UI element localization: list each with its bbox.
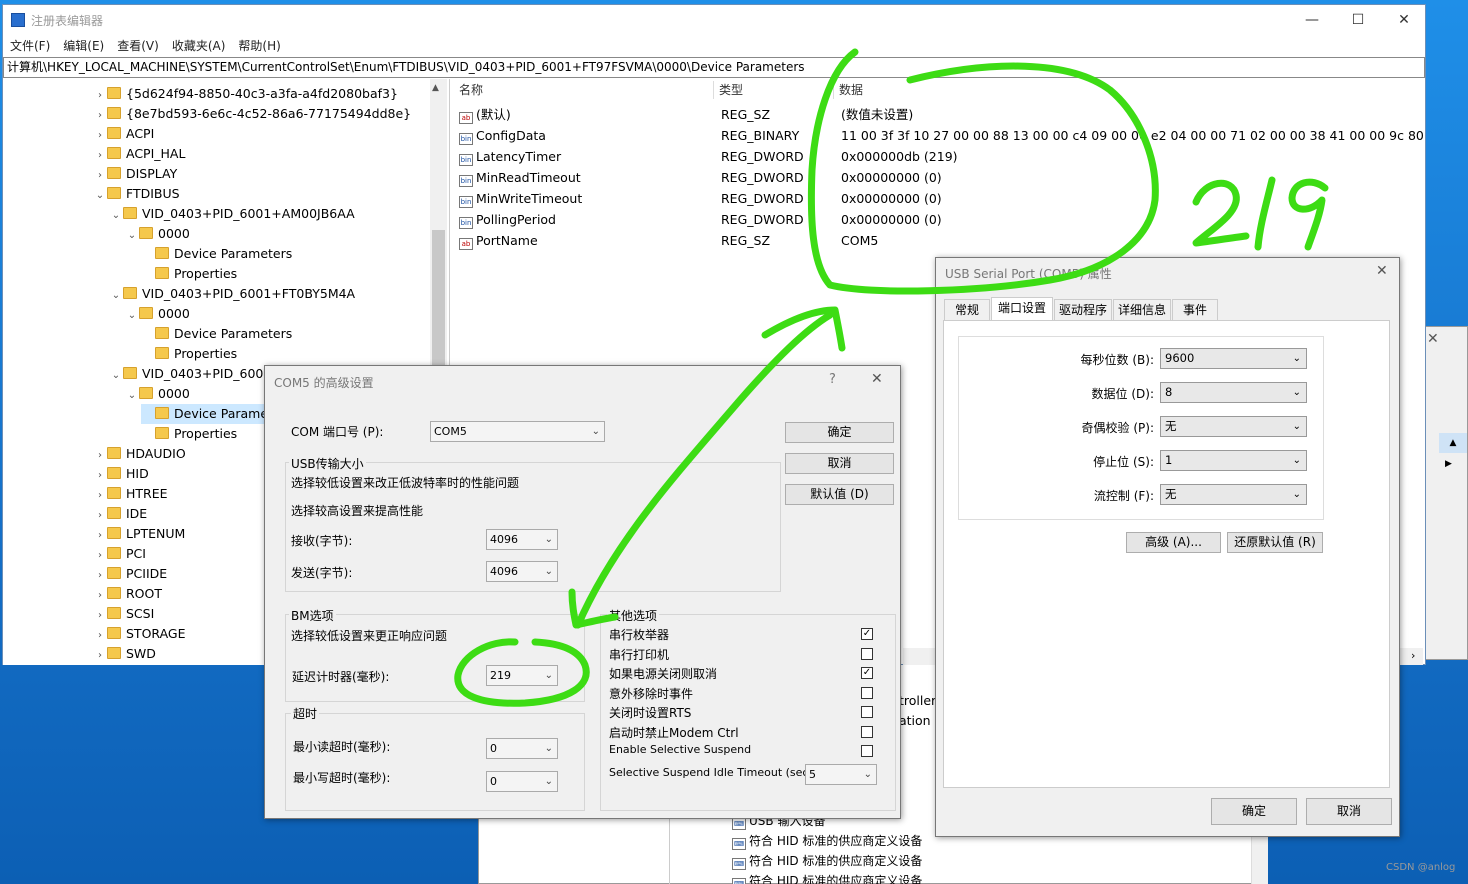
watermark: CSDN @anlog xyxy=(1386,862,1456,873)
annotation-handwritten-9 xyxy=(1288,178,1329,251)
annotation-arrow xyxy=(574,311,834,629)
annotation-circle-latency xyxy=(454,638,590,707)
annotation-circle-data xyxy=(807,48,1159,295)
annotation-text: 219 xyxy=(1180,249,1182,251)
annotation-handwritten-1 xyxy=(1254,176,1276,251)
annotation-handwritten-2 xyxy=(1192,179,1250,247)
annotation-overlay: 219 xyxy=(454,48,1329,707)
